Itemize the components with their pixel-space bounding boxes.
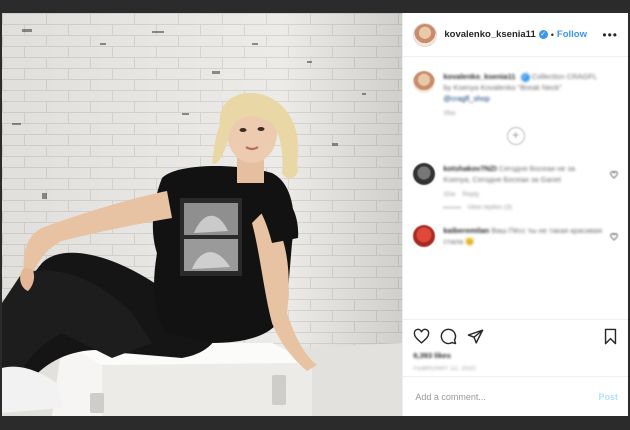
caption-row: kovalenko_ksenia11 ✓ Collection CRAGFL b…: [413, 71, 618, 117]
comment-time: 32w: [443, 191, 456, 198]
comment-like-heart-icon[interactable]: [610, 233, 618, 241]
post-header: kovalenko_ksenia11 ✓ • Follow •••: [403, 13, 628, 57]
caption-verified-icon: ✓: [520, 73, 530, 82]
caption-body: kovalenko_ksenia11 ✓ Collection CRAGFL b…: [443, 71, 618, 117]
load-more-comments-icon[interactable]: [506, 127, 525, 145]
comment-text: kotshakov7NZI Сегодня Босеаи не за Kseny…: [443, 163, 604, 185]
comment-body: kaiberemilan Ваш Пёсс ты не такая красив…: [443, 225, 604, 247]
caption-line1: Collection CRAGFL: [531, 72, 598, 81]
comment-text: kaiberemilan Ваш Пёсс ты не такая красив…: [443, 225, 604, 247]
comment-row: kotshakov7NZI Сегодня Босеаи не за Kseny…: [413, 163, 618, 211]
comment-like-heart-icon[interactable]: [610, 171, 618, 179]
post-date: FEBRUARY 12, 2020: [413, 366, 476, 372]
view-replies[interactable]: View replies (3): [443, 204, 604, 211]
caption-avatar[interactable]: [413, 71, 436, 93]
comments-list[interactable]: kovalenko_ksenia11 ✓ Collection CRAGFL b…: [403, 57, 628, 319]
post-photo[interactable]: [2, 13, 403, 416]
comment-avatar[interactable]: [413, 163, 436, 185]
replies-line: [443, 207, 462, 208]
comment-body: kotshakov7NZI Сегодня Босеаи не за Kseny…: [443, 163, 604, 211]
separator-dot: •: [550, 29, 554, 40]
caption-username[interactable]: kovalenko_ksenia11: [443, 72, 515, 81]
like-heart-icon[interactable]: [413, 328, 430, 345]
verified-badge-icon: ✓: [538, 30, 548, 39]
view-replies-label[interactable]: View replies (3): [467, 204, 512, 211]
header-username[interactable]: kovalenko_ksenia11: [444, 29, 535, 40]
caption-time: 35w: [443, 110, 456, 117]
comment-avatar[interactable]: [413, 225, 436, 247]
avatar[interactable]: [413, 22, 438, 47]
post-comment-button[interactable]: Post: [598, 392, 618, 402]
add-comment-bar: Post: [403, 376, 628, 416]
save-bookmark-icon[interactable]: [603, 328, 618, 345]
comment-bubble-icon[interactable]: [440, 328, 457, 345]
share-send-icon[interactable]: [467, 328, 484, 345]
comment-username[interactable]: kaiberemilan: [443, 226, 489, 235]
comment-username[interactable]: kotshakov7NZI: [443, 164, 496, 173]
follow-button[interactable]: Follow: [557, 29, 587, 40]
comment-meta: 32w Reply: [443, 191, 604, 198]
caption-text: kovalenko_ksenia11 ✓ Collection CRAGFL b…: [443, 71, 618, 104]
caption-link[interactable]: @cragfl_shop: [443, 94, 489, 103]
comment-input[interactable]: [413, 390, 599, 403]
post-modal: kovalenko_ksenia11 ✓ • Follow ••• kovale…: [2, 13, 628, 416]
post-actions: 6,393 likes FEBRUARY 12, 2020: [403, 319, 628, 376]
comment-row: kaiberemilan Ваш Пёсс ты не такая красив…: [413, 225, 618, 247]
reply-button[interactable]: Reply: [463, 191, 480, 198]
likes-count[interactable]: 6,393 likes: [413, 351, 618, 360]
post-side-panel: kovalenko_ksenia11 ✓ • Follow ••• kovale…: [402, 13, 628, 416]
caption-line2: by Ksenya Kovalenko "Break Neck": [443, 83, 562, 92]
photo-image: [2, 13, 403, 416]
action-icons: [413, 328, 618, 345]
more-options-icon[interactable]: •••: [602, 28, 618, 42]
